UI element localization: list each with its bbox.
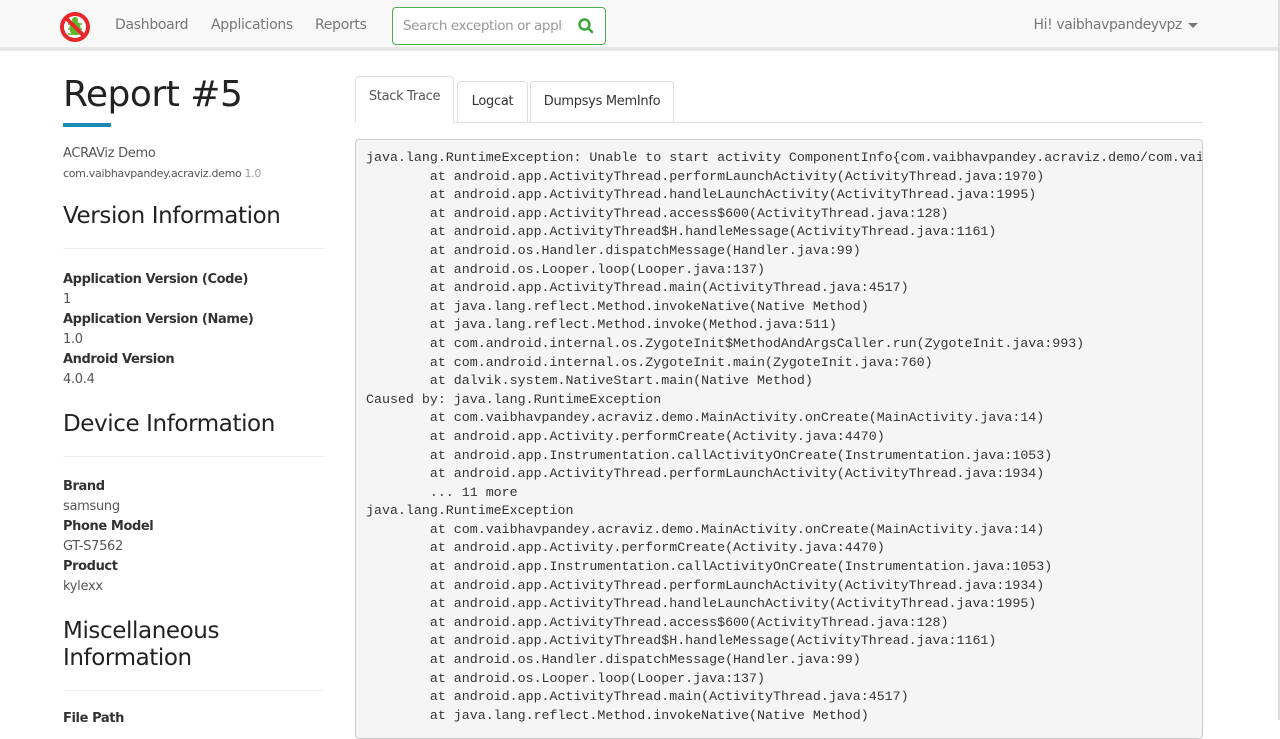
nav-link-applications[interactable]: Applications [211, 17, 293, 33]
divider [63, 456, 325, 457]
user-greeting: Hi! vaibhavpandeyvpz [1033, 17, 1182, 33]
package-version: 1.0 [244, 167, 262, 180]
section-title-device: Device Information [63, 411, 275, 437]
search-input[interactable] [403, 17, 563, 35]
divider [63, 690, 325, 691]
prop-value: 1.0 [63, 332, 83, 347]
package-info: com.vaibhavpandey.acraviz.demo 1.0 [63, 167, 261, 180]
caret-down-icon [1188, 22, 1198, 28]
tab-logcat[interactable]: Logcat [457, 81, 528, 122]
prop-value: GT-S7562 [63, 539, 123, 554]
title-underline [63, 123, 111, 127]
prop-value: samsung [63, 499, 120, 514]
nav-link-reports[interactable]: Reports [315, 17, 367, 33]
stack-trace-panel: java.lang.RuntimeException: Unable to st… [355, 139, 1203, 739]
search-button[interactable] [577, 17, 595, 35]
prop-label: File Path [63, 711, 124, 726]
prop-label: Application Version (Name) [63, 312, 254, 327]
divider [63, 248, 325, 249]
app-name: ACRAViz Demo [63, 146, 156, 161]
brand-logo[interactable] [59, 11, 91, 43]
prop-label: Brand [63, 479, 105, 494]
prop-label: Android Version [63, 352, 175, 367]
stack-trace-text: java.lang.RuntimeException: Unable to st… [366, 150, 1202, 723]
prop-label: Product [63, 559, 118, 574]
search-icon [578, 18, 594, 34]
tab-stack-trace[interactable]: Stack Trace [355, 76, 454, 123]
prop-value: 4.0.4 [63, 372, 95, 387]
user-menu[interactable]: Hi! vaibhavpandeyvpz [1033, 17, 1198, 33]
section-title-version: Version Information [63, 203, 281, 229]
search-box [392, 7, 606, 45]
page-title: Report #5 [63, 74, 243, 115]
section-title-misc: Miscellaneous Information [63, 618, 220, 671]
tab-dumpsys-meminfo[interactable]: Dumpsys MemInfo [530, 81, 674, 122]
report-tabs: Stack Trace Logcat Dumpsys MemInfo [355, 76, 1203, 123]
prop-value: 1 [63, 292, 71, 307]
navbar: Dashboard Applications Reports Hi! vaibh… [0, 0, 1280, 51]
no-bugs-logo-icon [60, 12, 90, 42]
prop-label: Application Version (Code) [63, 272, 249, 287]
package-name: com.vaibhavpandey.acraviz.demo [63, 167, 242, 180]
prop-label: Phone Model [63, 519, 154, 534]
nav-link-dashboard[interactable]: Dashboard [115, 17, 189, 33]
prop-value: kylexx [63, 579, 103, 594]
